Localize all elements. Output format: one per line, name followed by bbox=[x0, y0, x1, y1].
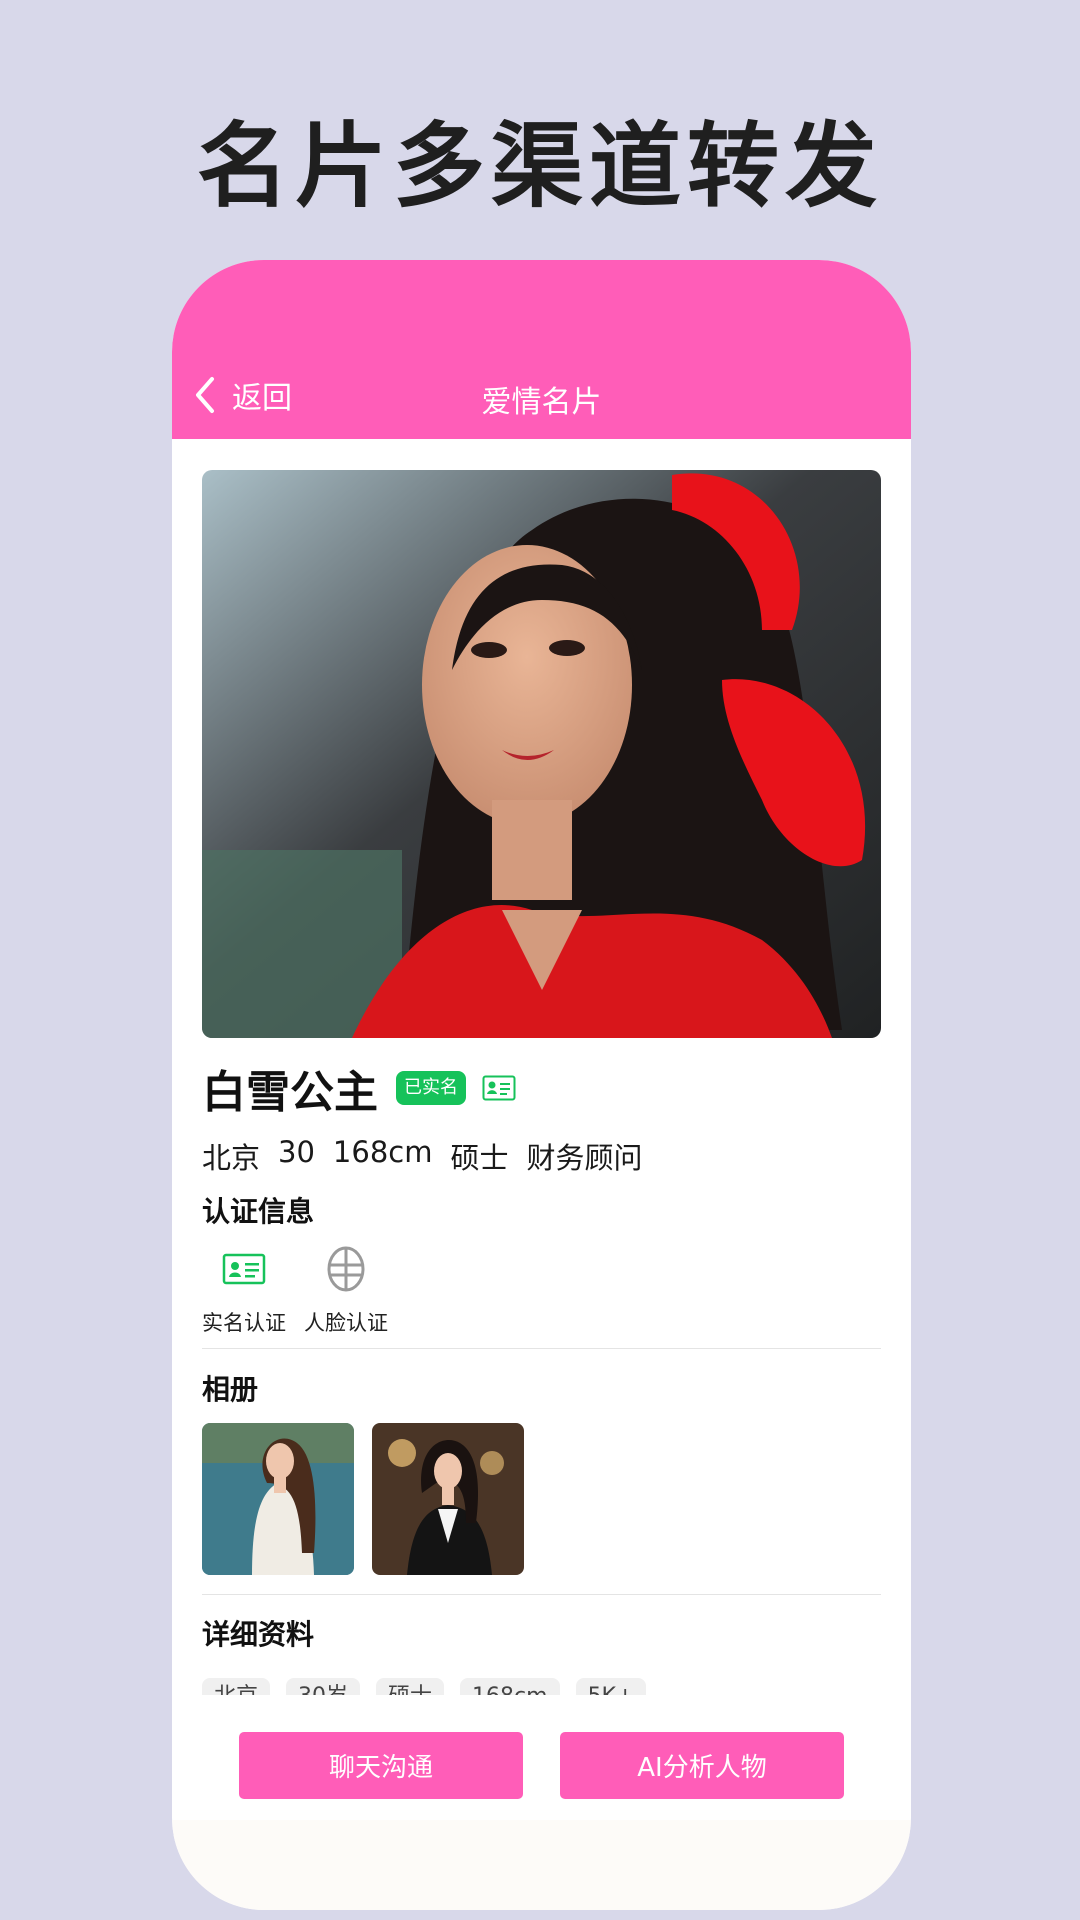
stat-education: 硕士 bbox=[450, 1141, 509, 1175]
album-photo[interactable] bbox=[202, 1423, 354, 1575]
auth-item-face[interactable]: 人脸认证 bbox=[304, 1245, 388, 1337]
album-photo[interactable] bbox=[372, 1423, 524, 1575]
auth-section-title: 认证信息 bbox=[202, 1195, 315, 1228]
stat-occupation: 财务顾问 bbox=[526, 1141, 643, 1175]
details-section-title: 详细资料 bbox=[202, 1618, 315, 1651]
verified-badge: 已实名 bbox=[396, 1071, 466, 1105]
stat-height: 168cm bbox=[332, 1135, 433, 1169]
detail-tag: 168cm bbox=[460, 1678, 560, 1695]
id-card-icon bbox=[222, 1253, 266, 1285]
profile-hero-photo[interactable] bbox=[202, 470, 881, 1038]
profile-stats: 北京 30 168cm 硕士 财务顾问 bbox=[202, 1135, 643, 1177]
stat-age: 30 bbox=[278, 1135, 315, 1169]
album-section-title: 相册 bbox=[202, 1373, 259, 1406]
auth-item-realname[interactable]: 实名认证 bbox=[202, 1245, 286, 1337]
nav-bar: 返回 爱情名片 bbox=[172, 260, 911, 439]
auth-items: 实名认证 人脸认证 bbox=[202, 1245, 388, 1337]
album-photos bbox=[202, 1423, 524, 1575]
profile-name: 白雪公主 bbox=[202, 1067, 378, 1118]
auth-item-label: 实名认证 bbox=[202, 1311, 286, 1335]
auth-item-label: 人脸认证 bbox=[304, 1311, 388, 1335]
detail-tag: 北京 bbox=[202, 1678, 271, 1695]
details-tags: 北京 30岁 硕士 168cm 5K+ bbox=[202, 1678, 647, 1695]
profile-name-row: 白雪公主 已实名 bbox=[202, 1060, 516, 1118]
stat-city: 北京 bbox=[202, 1141, 261, 1175]
detail-tag: 硕士 bbox=[376, 1678, 445, 1695]
face-scan-icon bbox=[327, 1246, 365, 1292]
detail-tag: 5K+ bbox=[575, 1678, 647, 1695]
phone-screen: 返回 爱情名片 白雪公主 已实名 北京 30 168cm 硕士 财务顾问 认证信… bbox=[172, 260, 911, 1910]
id-card-icon bbox=[482, 1075, 516, 1101]
detail-tag: 30岁 bbox=[286, 1678, 361, 1695]
nav-title: 爱情名片 bbox=[481, 385, 602, 420]
promo-headline: 名片多渠道转发 bbox=[196, 113, 883, 220]
bottom-safe-area bbox=[172, 1820, 911, 1910]
divider bbox=[202, 1594, 881, 1595]
divider bbox=[202, 1348, 881, 1349]
chat-button[interactable]: 聊天沟通 bbox=[239, 1732, 523, 1799]
ai-analysis-button[interactable]: AI分析人物 bbox=[560, 1732, 844, 1799]
